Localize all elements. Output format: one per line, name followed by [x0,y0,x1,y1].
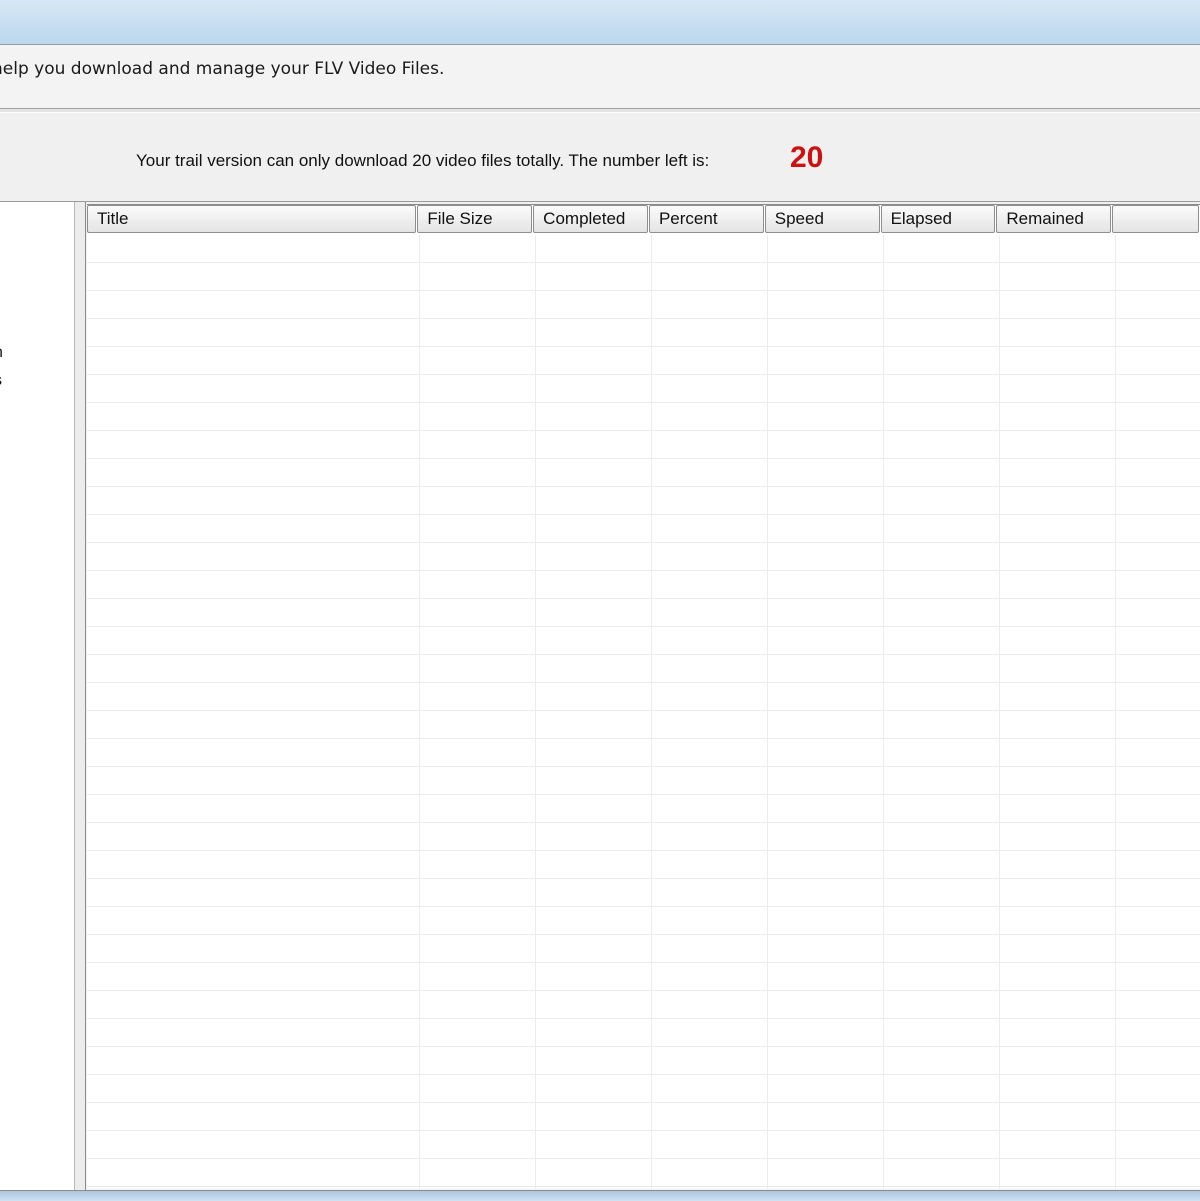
window-bottom-border [0,1190,1200,1201]
pane-splitter[interactable] [75,202,86,1190]
category-item-2[interactable]: s [0,372,2,390]
column-header-remained[interactable]: Remained [996,205,1112,233]
column-header-completed[interactable]: Completed [533,205,648,233]
column-header-elapsed[interactable]: Elapsed [880,205,996,233]
column-header-file-size[interactable]: File Size [417,205,533,233]
trial-message: Your trail version can only download 20 … [136,151,710,170]
app-description: help you download and manage your FLV Vi… [0,59,445,79]
column-header-percent[interactable]: Percent [648,205,764,233]
column-divider [883,235,884,1189]
downloads-table[interactable]: Title File Size Completed Percent Speed … [87,204,1200,1189]
main-window: help you download and manage your FLV Vi… [0,44,1200,1190]
window-title-bar[interactable] [0,0,1200,45]
category-pane[interactable]: n s [0,202,75,1190]
column-divider [651,235,652,1189]
column-header-title[interactable]: Title [87,205,417,233]
category-item-1[interactable]: n [0,344,3,362]
column-divider [419,235,420,1189]
column-divider [767,235,768,1189]
column-divider [1115,235,1116,1189]
table-body[interactable] [87,235,1200,1189]
column-divider [535,235,536,1189]
table-header: Title File Size Completed Percent Speed … [87,205,1200,233]
trial-notice-panel: Your trail version can only download 20 … [0,113,1200,202]
column-divider [999,235,1000,1189]
column-header-extra[interactable] [1112,205,1199,233]
column-header-speed[interactable]: Speed [764,205,880,233]
trial-remaining-count: 20 [790,141,824,174]
description-banner: help you download and manage your FLV Vi… [0,44,1200,109]
